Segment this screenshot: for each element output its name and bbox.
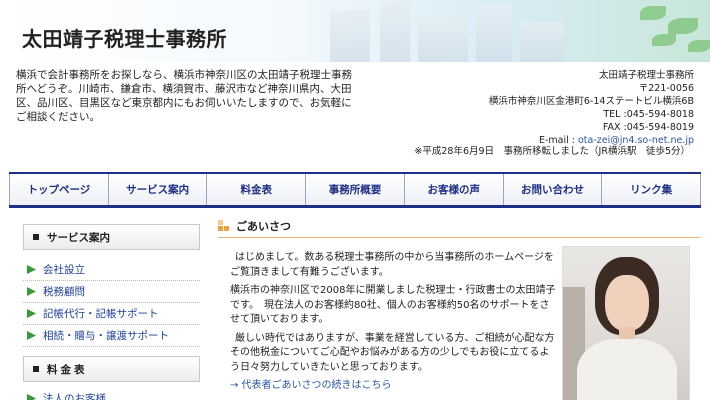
nav-item-services[interactable]: サービス案内 <box>108 174 208 205</box>
header-building-decoration <box>520 22 564 62</box>
greeting-content: はじめまして。数ある税理士事務所の中から当事務所のホームページをご覧頂きまして有… <box>230 251 556 394</box>
sidebar-item-inheritance[interactable]: 相続・贈与・譲渡サポート <box>23 325 200 347</box>
sidebar-item-tax-advisory[interactable]: 税務顧問 <box>23 281 200 303</box>
arrow-right-icon <box>27 331 36 340</box>
orange-squares-icon <box>218 220 230 232</box>
intro-text: 横浜で会計事務所をお探しなら、横浜市神奈川区の太田靖子税理士事務所へどうぞ。川崎… <box>16 69 352 123</box>
greeting-heading: ごあいさつ <box>218 215 700 238</box>
site-header: 太田靖子税理士事務所 <box>0 0 710 62</box>
sidebar-heading-services: サービス案内 <box>23 224 200 250</box>
contact-address: 横浜市神奈川区金港町6-14ステートビル横浜6B <box>488 96 694 107</box>
greeting-paragraph: 厳しい時代ではありますが、事業を経営している方、ご相続が心配な方その他税金につい… <box>230 332 555 373</box>
arrow-right-icon <box>27 265 36 274</box>
sidebar-item-label: 会社設立 <box>43 264 85 276</box>
header-leaf-decoration <box>668 18 698 34</box>
sidebar-item-label: 法人のお客様 <box>43 393 106 400</box>
greeting-paragraph: はじめまして。数ある税理士事務所の中から当事務所のホームページをご覧頂きまして有… <box>230 252 554 278</box>
sidebar-heading-fees: 料金表 <box>23 356 200 382</box>
arrow-right-icon <box>27 394 36 400</box>
sidebar-item-label: 記帳代行・記帳サポート <box>43 308 159 320</box>
greeting-more-link[interactable]: → 代表者ごあいさつの続きはこちら <box>230 379 556 394</box>
global-nav: トップページ サービス案内 料金表 事務所概要 お客様の声 お問い合わせ リンク… <box>9 172 702 208</box>
nav-item-contact[interactable]: お問い合わせ <box>503 174 603 205</box>
sidebar-fees-list: 法人のお客様 <box>23 388 200 400</box>
sidebar-item-bookkeeping[interactable]: 記帳代行・記帳サポート <box>23 303 200 325</box>
arrow-right-icon <box>27 309 36 318</box>
site-title[interactable]: 太田靖子税理士事務所 <box>22 23 227 52</box>
sidebar-heading-label: 料金表 <box>47 363 88 376</box>
nav-item-links[interactable]: リンク集 <box>602 174 702 205</box>
header-building-decoration <box>330 10 370 62</box>
header-building-decoration <box>380 2 410 62</box>
greeting-paragraph: 横浜市の神奈川区で2008年に開業しました税理士・行政書士の太田靖子です。 現在… <box>230 285 556 325</box>
nav-item-testimonials[interactable]: お客様の声 <box>404 174 504 205</box>
sidebar: サービス案内 会社設立 税務顧問 記帳代行・記帳サポート 相続・贈与・譲渡サポー… <box>23 224 200 400</box>
sidebar-item-label: 税務顧問 <box>43 286 85 298</box>
arrow-right-icon <box>27 287 36 296</box>
sidebar-item-corporate[interactable]: 法人のお客様 <box>23 388 200 400</box>
sidebar-item-company-setup[interactable]: 会社設立 <box>23 259 200 281</box>
square-bullet-icon <box>33 366 39 372</box>
header-leaf-decoration <box>640 6 666 20</box>
relocation-notice: ※平成28年6月9日 事務所移転しました（JR横浜駅 徒歩5分） <box>414 146 690 157</box>
nav-item-fees[interactable]: 料金表 <box>207 174 307 205</box>
contact-name: 太田靖子税理士事務所 <box>598 70 694 81</box>
header-leaf-decoration <box>652 34 676 46</box>
representative-photo <box>562 246 690 400</box>
sidebar-heading-label: サービス案内 <box>47 231 110 244</box>
header-leaf-decoration <box>688 40 710 52</box>
contact-info: 太田靖子税理士事務所 〒221-0056 横浜市神奈川区金港町6-14ステートビ… <box>434 69 694 147</box>
greeting-heading-label: ごあいさつ <box>236 220 291 233</box>
nav-item-office[interactable]: 事務所概要 <box>306 174 405 205</box>
nav-item-top[interactable]: トップページ <box>9 174 109 205</box>
square-bullet-icon <box>33 234 39 240</box>
contact-fax: FAX :045-594-8019 <box>602 122 694 133</box>
header-building-decoration <box>476 4 512 62</box>
header-building-decoration <box>418 18 468 62</box>
contact-tel: TEL :045-594-8018 <box>603 109 694 120</box>
contact-postal: 〒221-0056 <box>638 83 694 94</box>
sidebar-services-list: 会社設立 税務顧問 記帳代行・記帳サポート 相続・贈与・譲渡サポート <box>23 259 200 347</box>
sidebar-item-label: 相続・贈与・譲渡サポート <box>43 330 169 342</box>
